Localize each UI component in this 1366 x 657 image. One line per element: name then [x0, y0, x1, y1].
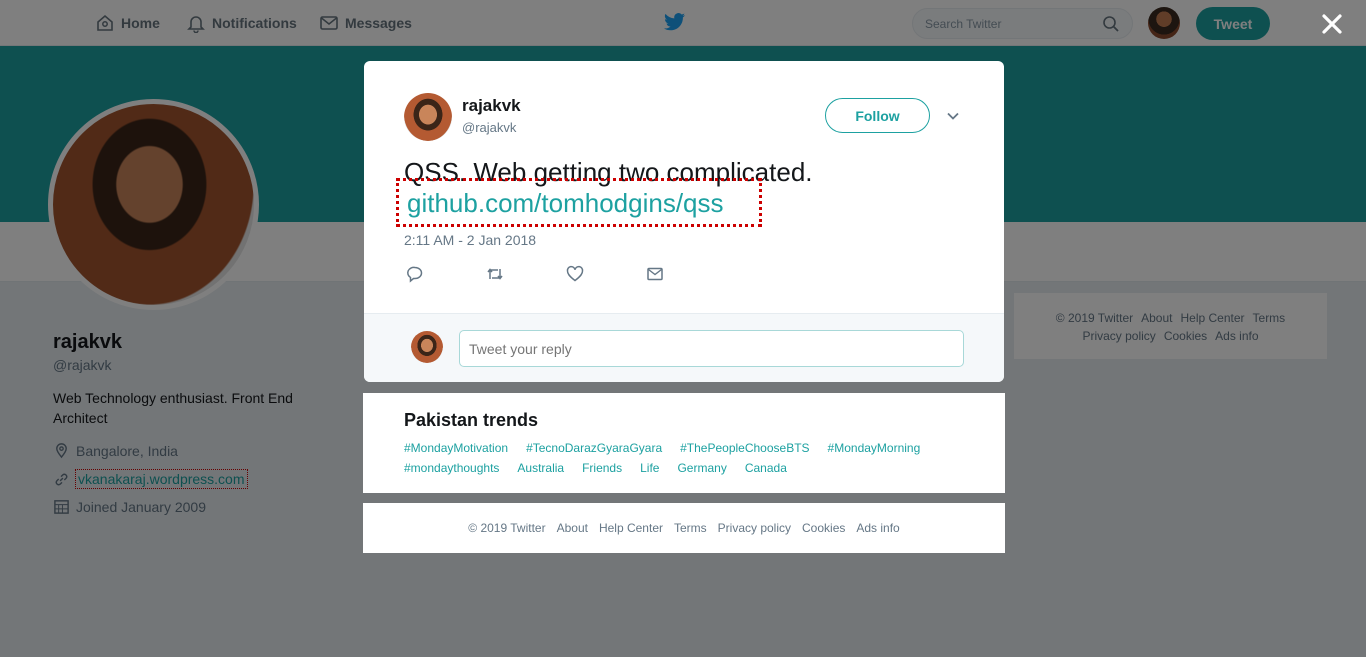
close-icon[interactable] — [1316, 8, 1348, 40]
trend-item[interactable]: #ThePeopleChooseBTS — [680, 438, 809, 458]
footer-privacy-link[interactable]: Privacy policy — [718, 521, 791, 535]
follow-button[interactable]: Follow — [825, 98, 930, 133]
trend-item[interactable]: Life — [640, 458, 659, 478]
trend-item[interactable]: #MondayMotivation — [404, 438, 508, 458]
reply-icon — [407, 266, 423, 283]
tweet-actions — [406, 265, 726, 285]
trend-item[interactable]: #MondayMorning — [828, 438, 921, 458]
tweet-author-handle[interactable]: @rajakvk — [462, 120, 516, 135]
direct-message-button[interactable] — [646, 265, 726, 285]
trend-item[interactable]: Germany — [677, 458, 726, 478]
footer-copyright: © 2019 Twitter — [468, 521, 546, 535]
tweet-modal: rajakvk @rajakvk Follow QSS. Web getting… — [364, 61, 1004, 382]
tweet-link[interactable]: github.com/tomhodgins/qss — [407, 187, 724, 219]
trend-item[interactable]: #TecnoDarazGyaraGyara — [526, 438, 662, 458]
tweet-author-name[interactable]: rajakvk — [462, 96, 521, 116]
trend-list: #MondayMotivation #TecnoDarazGyaraGyara … — [404, 438, 944, 478]
footer-about-link[interactable]: About — [557, 521, 588, 535]
footer-ads-link[interactable]: Ads info — [856, 521, 899, 535]
reply-avatar — [411, 331, 443, 363]
tweet-author-avatar[interactable] — [404, 93, 452, 141]
trend-item[interactable]: Friends — [582, 458, 622, 478]
tweet-timestamp[interactable]: 2:11 AM - 2 Jan 2018 — [404, 232, 536, 248]
reply-composer — [364, 313, 1004, 382]
envelope-icon — [647, 267, 663, 281]
footer-help-link[interactable]: Help Center — [599, 521, 663, 535]
modal-footer: © 2019 Twitter About Help Center Terms P… — [363, 503, 1005, 553]
trend-item[interactable]: #mondaythoughts — [404, 458, 499, 478]
reply-input[interactable] — [459, 330, 964, 367]
trends-title: Pakistan trends — [404, 410, 539, 430]
footer-cookies-link[interactable]: Cookies — [802, 521, 845, 535]
reply-button[interactable] — [406, 265, 486, 285]
trend-item[interactable]: Australia — [517, 458, 564, 478]
chevron-down-icon[interactable] — [946, 109, 960, 123]
trends-panel: Pakistan trends #MondayMotivation #Tecno… — [363, 393, 1005, 493]
heart-icon — [566, 265, 584, 282]
footer-terms-link[interactable]: Terms — [674, 521, 707, 535]
trend-item[interactable]: Canada — [745, 458, 787, 478]
like-button[interactable] — [566, 265, 646, 285]
retweet-icon — [487, 268, 503, 280]
retweet-button[interactable] — [486, 265, 566, 285]
